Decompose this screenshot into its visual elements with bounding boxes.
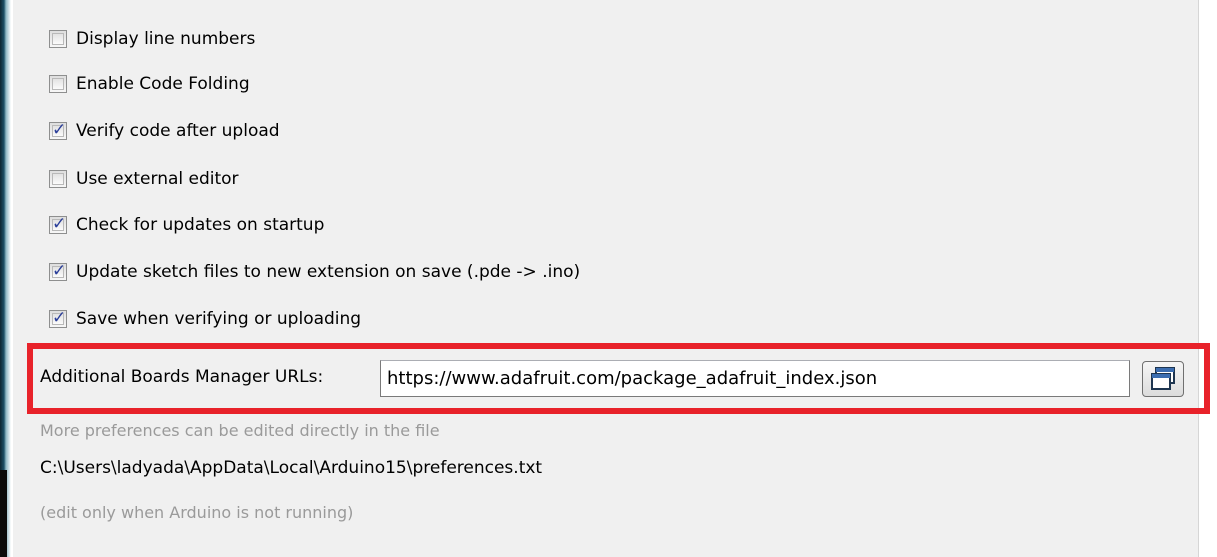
enable-code-folding-label: Enable Code Folding bbox=[76, 74, 250, 94]
right-window-edge bbox=[1198, 0, 1217, 557]
save-when-verifying-label: Save when verifying or uploading bbox=[76, 309, 362, 329]
update-sketch-files-label: Update sketch files to new extension on … bbox=[76, 262, 581, 282]
check-updates-checkbox[interactable] bbox=[49, 214, 67, 234]
display-line-numbers-checkbox[interactable] bbox=[49, 30, 67, 48]
save-when-verifying-checkbox[interactable] bbox=[49, 308, 67, 328]
checkbox-row-use-external-editor[interactable]: Use external editor bbox=[49, 166, 239, 192]
check-updates-label: Check for updates on startup bbox=[76, 215, 325, 235]
use-external-editor-label: Use external editor bbox=[76, 169, 239, 189]
edit-urls-button[interactable] bbox=[1142, 361, 1184, 397]
enable-code-folding-checkbox[interactable] bbox=[49, 75, 67, 93]
boards-manager-urls-label: Additional Boards Manager URLs: bbox=[40, 367, 324, 387]
checkbox-row-update-sketch-files[interactable]: Update sketch files to new extension on … bbox=[49, 259, 580, 285]
checkbox-row-check-updates[interactable]: Check for updates on startup bbox=[49, 212, 324, 238]
checkbox-row-verify-code[interactable]: Verify code after upload bbox=[49, 118, 280, 144]
verify-code-label: Verify code after upload bbox=[76, 121, 280, 141]
preferences-file-path: C:\Users\ladyada\AppData\Local\Arduino15… bbox=[40, 458, 543, 478]
use-external-editor-checkbox[interactable] bbox=[49, 170, 67, 188]
boards-manager-urls-input[interactable] bbox=[380, 360, 1130, 397]
verify-code-checkbox[interactable] bbox=[49, 120, 67, 140]
update-sketch-files-checkbox[interactable] bbox=[49, 261, 67, 281]
window-icon bbox=[1151, 367, 1175, 390]
more-preferences-text: More preferences can be edited directly … bbox=[40, 421, 440, 440]
left-window-edge-dark bbox=[0, 470, 7, 557]
checkbox-row-display-line-numbers[interactable]: Display line numbers bbox=[49, 26, 255, 52]
edit-note-text: (edit only when Arduino is not running) bbox=[40, 503, 354, 522]
display-line-numbers-label: Display line numbers bbox=[76, 29, 256, 49]
checkbox-row-save-when-verifying[interactable]: Save when verifying or uploading bbox=[49, 306, 361, 332]
checkbox-row-enable-code-folding[interactable]: Enable Code Folding bbox=[49, 71, 250, 97]
